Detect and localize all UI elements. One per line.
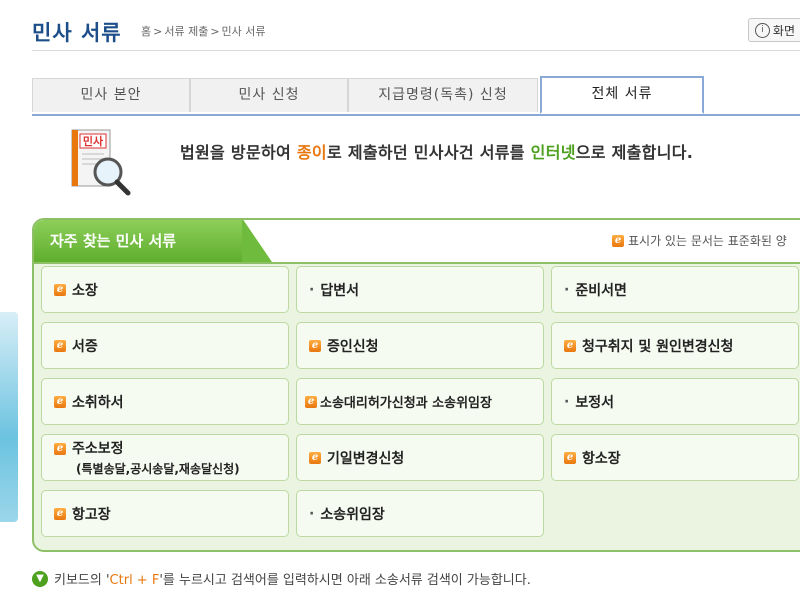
- e-form-icon: e: [54, 395, 66, 408]
- doc-correction[interactable]: · 보정서: [551, 378, 799, 425]
- e-form-icon: e: [54, 283, 66, 296]
- intro-text-part: 로 제출하던 민사사건 서류를: [326, 143, 531, 162]
- breadcrumb-separator: >: [153, 25, 163, 38]
- breadcrumb: 홈 > 서류 제출 > 민사 서류: [140, 23, 267, 39]
- tab-civil-main[interactable]: 민사 본안: [32, 78, 190, 112]
- doc-documentary-evidence[interactable]: e 서증: [41, 322, 289, 369]
- hint-part: 키보드의 ': [54, 573, 110, 588]
- breadcrumb-separator: >: [210, 25, 220, 38]
- tab-payment-order[interactable]: 지급명령(독촉) 신청: [348, 78, 538, 112]
- doc-label: 보정서: [575, 394, 614, 411]
- intro-text-part: 으로 제출합니다.: [575, 143, 694, 162]
- e-form-icon: e: [564, 451, 576, 464]
- doc-label: 소송위임장: [320, 506, 385, 523]
- doc-label: 주소보정: [72, 441, 124, 457]
- doc-label: 증인신청: [327, 338, 379, 355]
- doc-address-correction[interactable]: e 주소보정 (특별송달,공시송달,재송달신청): [41, 434, 289, 481]
- doc-label: 서증: [72, 338, 98, 355]
- doc-complaint-appeal[interactable]: e 항고장: [41, 490, 289, 537]
- info-icon: i: [754, 22, 770, 38]
- doc-label: 답변서: [320, 282, 359, 299]
- bullet-icon: ·: [309, 281, 315, 298]
- e-form-icon: e: [564, 339, 576, 352]
- e-form-icon: e: [612, 234, 624, 247]
- breadcrumb-submit[interactable]: 서류 제출: [164, 25, 208, 38]
- page-title: 민사 서류: [32, 21, 122, 45]
- doc-appeal[interactable]: e 항소장: [551, 434, 799, 481]
- e-form-icon: e: [54, 507, 66, 520]
- intro-highlight-internet: 인터넷: [530, 143, 576, 162]
- intro-text-part: 법원을 방문하여: [180, 143, 297, 162]
- screen-button-label: 화면: [772, 23, 795, 38]
- hint-part: '를 누르시고 검색어를 입력하시면 아래 소송서류 검색이 가능합니다.: [159, 573, 531, 588]
- screen-button[interactable]: i 화면: [747, 18, 800, 42]
- frequent-documents-panel: 자주 찾는 민사 서류 e 표시가 있는 문서는 표준화된 양 e 소장 · 답변서…: [32, 218, 800, 552]
- tab-all-documents[interactable]: 전체 서류: [540, 76, 704, 114]
- side-decoration: [0, 312, 18, 522]
- doc-label: 항고장: [72, 506, 111, 523]
- doc-sublabel: (특별송달,공시송달,재송달신청): [76, 462, 240, 476]
- doc-label: 청구취지 및 원인변경신청: [582, 338, 734, 355]
- search-hint-text: 키보드의 'Ctrl + F'를 누르시고 검색어를 입력하시면 아래 소송서류…: [54, 569, 531, 588]
- doc-withdrawal[interactable]: e 소취하서: [41, 378, 289, 425]
- bullet-icon: ·: [309, 505, 315, 522]
- arrow-down-icon: ▼: [32, 570, 48, 587]
- civil-icon-label: 민사: [83, 134, 104, 148]
- civil-document-magnifier-icon: 민사: [70, 128, 134, 196]
- tab-civil-application[interactable]: 민사 신청: [190, 78, 348, 112]
- bullet-icon: ·: [564, 281, 570, 298]
- search-hint: ▼ 키보드의 'Ctrl + F'를 누르시고 검색어를 입력하시면 아래 소송…: [32, 569, 531, 588]
- tab-bar: 민사 본안 민사 신청 지급명령(독촉) 신청 전체 서류: [32, 76, 800, 116]
- doc-label: 항소장: [582, 450, 621, 467]
- standardized-note: e 표시가 있는 문서는 표준화된 양: [612, 232, 787, 249]
- page-header: 민사 서류 홈 > 서류 제출 > 민사 서류 i 화면: [32, 14, 800, 51]
- doc-date-change[interactable]: e 기일변경신청: [296, 434, 544, 481]
- e-form-icon: e: [309, 339, 321, 352]
- doc-complaint[interactable]: e 소장: [41, 266, 289, 313]
- doc-preparatory-brief[interactable]: · 준비서면: [551, 266, 799, 313]
- bullet-icon: ·: [564, 393, 570, 410]
- doc-label: 소장: [72, 282, 98, 299]
- e-form-icon: e: [54, 443, 66, 455]
- doc-label: 소송대리허가신청과 소송위임장: [320, 396, 492, 411]
- breadcrumb-current: 민사 서류: [221, 25, 266, 38]
- doc-label: 소취하서: [72, 394, 124, 411]
- doc-witness-request[interactable]: e 증인신청: [296, 322, 544, 369]
- e-form-icon: e: [305, 395, 317, 408]
- doc-answer[interactable]: · 답변서: [296, 266, 544, 313]
- hint-keys: Ctrl + F: [109, 573, 160, 588]
- doc-label: 준비서면: [575, 282, 627, 299]
- doc-power-of-attorney[interactable]: · 소송위임장: [296, 490, 544, 537]
- intro-highlight-paper: 종이: [296, 143, 327, 162]
- doc-agent-permission[interactable]: e 소송대리허가신청과 소송위임장: [296, 378, 544, 425]
- note-text: 표시가 있는 문서는 표준화된 양: [628, 234, 787, 248]
- intro-message: 법원을 방문하여 종이로 제출하던 민사사건 서류를 인터넷으로 제출합니다.: [180, 139, 693, 163]
- doc-label-group: 주소보정 (특별송달,공시송달,재송달신청): [72, 438, 240, 477]
- e-form-icon: e: [54, 339, 66, 352]
- e-form-icon: e: [309, 451, 321, 464]
- breadcrumb-home[interactable]: 홈: [141, 25, 151, 38]
- panel-title-bar: 자주 찾는 민사 서류: [34, 220, 272, 262]
- doc-claim-change[interactable]: e 청구취지 및 원인변경신청: [551, 322, 799, 369]
- doc-label: 기일변경신청: [327, 450, 405, 467]
- panel-title: 자주 찾는 민사 서류: [50, 232, 177, 250]
